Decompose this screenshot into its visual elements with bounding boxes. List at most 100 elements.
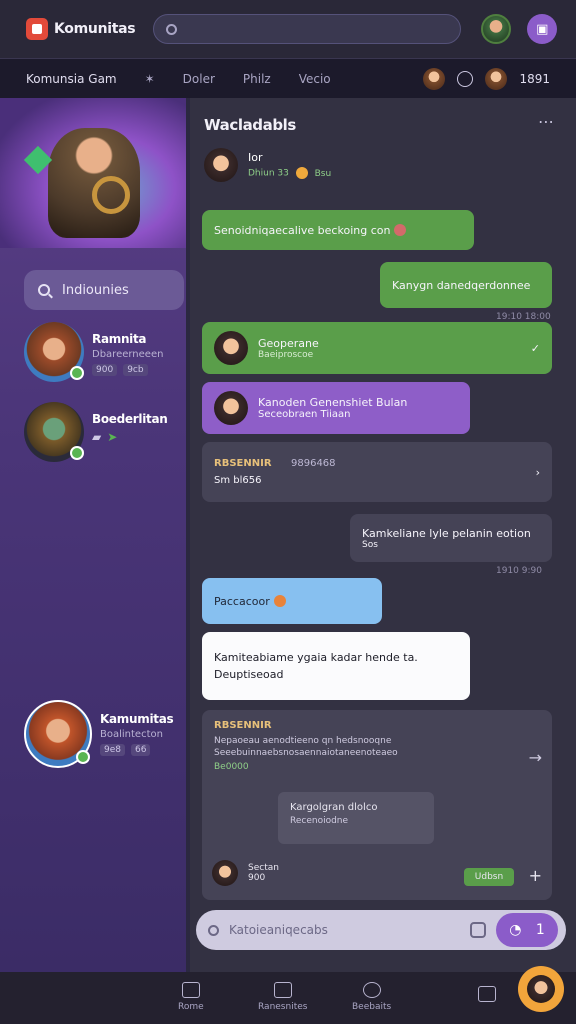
message-bubble[interactable]: Paccacoor (202, 578, 382, 624)
nav-communities[interactable]: Ranesnites (258, 982, 307, 1012)
contact-avatar (24, 322, 84, 382)
message-text: Kanygn danedqerdonnee (392, 278, 531, 292)
contact-tag: 9e8 (100, 744, 125, 756)
contact-sub: Boalintecton (100, 729, 163, 740)
emoji-icon (295, 167, 308, 179)
chat-panel: Wacladabls ⋯ Ior Dhiun 33 Bsu Senoidniqa… (190, 98, 576, 972)
secondary-bar: Komunsia Gam ✶ Doler Philz Vecio 1891 (0, 58, 576, 98)
app-title: Komunitas (54, 21, 136, 37)
message-card[interactable]: RBSENNIR Nepaoeau aenodtieeno qn hedsnoo… (202, 710, 552, 900)
contact-item[interactable]: Boederlitan ▰ ➤ (24, 402, 168, 462)
message-bubble[interactable]: Senoidniqaecalive beckoing con (202, 210, 474, 250)
message-sub: Seceobraen Tiiaan (258, 409, 351, 420)
secbar-item-doler[interactable]: Doler (183, 72, 215, 86)
message-bubble[interactable]: Geoperane Baeiproscoe ✓ (202, 322, 552, 374)
contact-tag: 9cb (123, 364, 148, 376)
chat-header-sub: Dhiun 33 (248, 168, 289, 179)
online-badge-icon (70, 366, 84, 380)
inner-message[interactable]: Kargolgran dlolco Recenoiodne (278, 792, 434, 844)
card-footer: Sectan 900 (212, 860, 279, 886)
sender-avatar (214, 331, 248, 365)
online-badge-icon (70, 446, 84, 460)
wheel-icon (92, 176, 130, 214)
contact-name: Kamumitas (100, 712, 174, 726)
contact-avatar (24, 402, 84, 462)
user-avatar[interactable] (481, 14, 512, 44)
sidebar-search-label: Indiounies (62, 282, 129, 298)
inner-text: Kargolgran dlolco (290, 802, 378, 813)
compass-icon (362, 982, 381, 998)
contact-name: Boederlitan (92, 412, 168, 426)
more-options-icon[interactable]: ⋯ (538, 112, 554, 131)
message-input[interactable]: Katoieaniqecabs ◔ 1 (196, 910, 566, 950)
emoji-icon (273, 595, 286, 607)
search-input[interactable] (153, 14, 462, 44)
contact-item[interactable]: Ramnita Dbareerneeen 900 9cb (24, 322, 163, 382)
send-button[interactable]: ◔ 1 (496, 913, 558, 947)
nav-events[interactable]: Beebaits (352, 982, 391, 1012)
nav-label: Beebaits (352, 1002, 392, 1012)
secbar-item-philz[interactable]: Philz (243, 72, 271, 86)
message-title: RBSENNIR (214, 458, 272, 469)
nav-mail[interactable] (478, 986, 496, 1006)
secbar-item-community[interactable]: Komunsia Gam (26, 72, 117, 86)
message-bubble[interactable]: Kamiteabiame ygaia kadar hende ta. Deupt… (202, 632, 470, 700)
chevron-right-icon[interactable]: › (536, 466, 540, 479)
inner-sub: Recenoiodne (290, 816, 349, 826)
leaf-icon: ➤ (107, 430, 118, 444)
card-title: RBSENNIR (214, 720, 272, 731)
timestamp: 19:10 18:00 (496, 312, 551, 322)
message-text: Kamiteabiame ygaia kadar hende ta. (214, 651, 418, 664)
member-avatar[interactable] (423, 67, 446, 90)
sidebar: Indiounies Ramnita Dbareerneeen 900 9cb … (0, 98, 186, 972)
profile-avatar (527, 975, 555, 1003)
contact-item[interactable]: Kamumitas Boalintecton 9e8 66 (24, 700, 174, 768)
app-logo-icon[interactable] (26, 18, 48, 40)
check-icon: ✓ (530, 341, 540, 355)
message-sub: Baeiproscoe (258, 349, 314, 360)
online-badge-icon (76, 750, 90, 764)
chat-header-name: Ior (248, 151, 263, 164)
mail-icon (478, 986, 496, 1002)
nav-label: Ranesnites (258, 1002, 308, 1012)
footer-sub: 900 (248, 873, 266, 883)
contact-tag: 66 (131, 744, 151, 756)
messages-button[interactable]: ▣ (527, 14, 558, 44)
card-line: Nepaoeau aenodtieeno qn hedsnooqne (214, 736, 392, 746)
message-text: Paccacoor (214, 594, 270, 608)
message-sub: Deuptiseoad (214, 668, 284, 681)
message-sub: Sos (362, 539, 378, 550)
message-text: Geoperane (258, 336, 319, 350)
controller-icon: ▰ (92, 430, 102, 444)
contact-name: Ramnita (92, 332, 147, 346)
message-bubble[interactable]: RBSENNIR 9896468 Sm bl656 › (202, 442, 552, 502)
sidebar-search[interactable]: Indiounies (24, 270, 184, 310)
member-count: 1891 (519, 71, 550, 86)
search-icon (38, 284, 50, 296)
arrow-right-icon[interactable]: → (529, 748, 542, 767)
info-icon[interactable] (457, 70, 474, 87)
nav-home[interactable]: Rome (178, 982, 204, 1012)
search-icon (208, 924, 219, 936)
send-count: 1 (535, 922, 545, 938)
message-meta: 9896468 (291, 458, 336, 469)
message-bubble[interactable]: Kanoden Genenshiet Bulan Seceobraen Tiia… (202, 382, 470, 434)
attachment-icon[interactable] (470, 922, 486, 938)
accept-button[interactable]: Udbsn (464, 868, 514, 886)
member-avatar-2[interactable] (485, 67, 508, 90)
participant-avatar[interactable] (204, 148, 238, 182)
nav-label: Rome (178, 1002, 204, 1012)
star-icon[interactable]: ✶ (145, 72, 155, 86)
message-bubble[interactable]: Kamkeliane lyle pelanin eotion Sos (350, 514, 552, 562)
sender-avatar (212, 860, 238, 886)
hero-banner (0, 98, 186, 248)
contact-avatar (24, 700, 92, 768)
plus-icon[interactable]: + (529, 866, 542, 885)
profile-fab[interactable] (518, 966, 564, 1012)
secbar-item-vecio[interactable]: Vecio (299, 72, 331, 86)
message-text: Senoidniqaecalive beckoing con (214, 223, 391, 237)
home-icon (181, 982, 200, 998)
message-bubble[interactable]: Kanygn danedqerdonnee (380, 262, 552, 308)
contact-sub: Dbareerneeen (92, 349, 164, 360)
chat-header-sub2: Bsu (314, 168, 332, 179)
